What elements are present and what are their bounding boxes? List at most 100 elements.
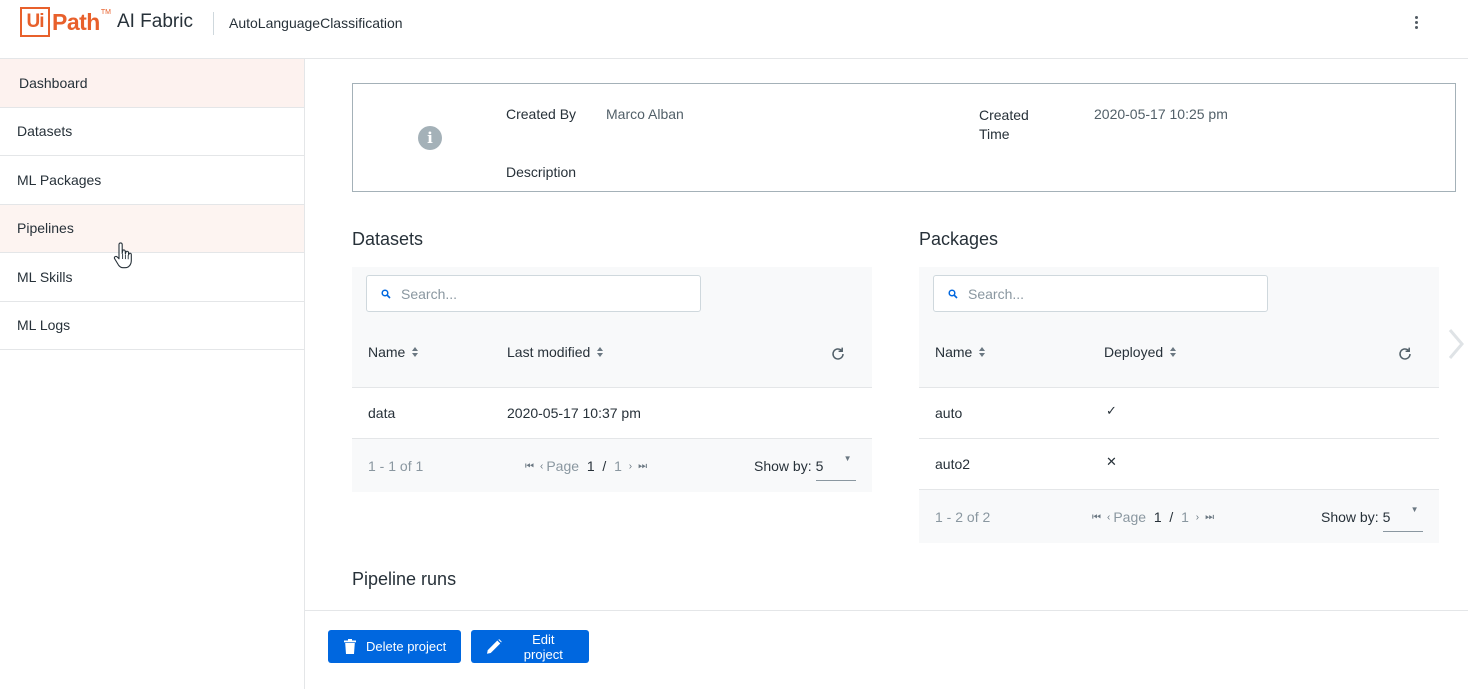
table-row[interactable]: auto2 ✕ xyxy=(919,438,1439,489)
datasets-search-box xyxy=(366,275,701,312)
packages-col-name[interactable]: Name xyxy=(935,344,986,360)
pencil-icon xyxy=(487,639,502,654)
column-header-label: Deployed xyxy=(1104,344,1164,360)
packages-show-by: Show by: 5 ▼ xyxy=(1321,505,1423,532)
sidebar-item-dashboard[interactable]: Dashboard xyxy=(0,59,304,108)
created-by-label: Created By xyxy=(506,106,577,122)
sidebar-item-label: ML Logs xyxy=(17,317,71,334)
search-icon xyxy=(381,288,391,299)
created-time-label: Created Time xyxy=(979,107,1029,142)
header-divider xyxy=(213,12,214,35)
logo-ui-mark: Ui xyxy=(20,7,50,37)
packages-col-deployed[interactable]: Deployed xyxy=(1104,344,1177,360)
logo-trademark: TM xyxy=(100,9,111,16)
packages-search-input[interactable] xyxy=(968,285,1248,302)
prev-page-icon[interactable]: ‹ xyxy=(1107,512,1110,523)
more-menu-icon[interactable] xyxy=(1406,10,1426,34)
chevron-right-icon[interactable] xyxy=(1445,327,1467,361)
dataset-last-modified: 2020-05-17 10:37 pm xyxy=(507,405,641,421)
show-by-select[interactable]: 5 ▼ xyxy=(1382,505,1423,532)
edit-project-label: Edit project xyxy=(523,631,563,662)
sort-icon xyxy=(1170,347,1177,357)
chevron-down-icon: ▼ xyxy=(843,454,852,463)
sidebar-item-label: ML Skills xyxy=(17,268,73,285)
table-row[interactable]: auto ✓ xyxy=(919,387,1439,438)
last-page-icon[interactable]: ⏭ xyxy=(638,461,647,472)
package-name: auto xyxy=(935,405,963,421)
datasets-title: Datasets xyxy=(352,229,424,249)
pagination-nav: ⏮ ‹ Page 1 / 1 › ⏭ xyxy=(1089,509,1217,525)
project-name: AutoLanguageClassification xyxy=(229,15,403,31)
page-label: Page xyxy=(546,458,580,474)
refresh-icon[interactable] xyxy=(830,346,846,362)
sidebar-item-label: Pipelines xyxy=(17,220,74,237)
total-pages: 1 xyxy=(1181,509,1189,525)
sidebar-item-ml-logs[interactable]: ML Logs xyxy=(0,302,304,350)
sort-icon xyxy=(412,347,419,357)
datasets-pagination: 1 - 1 of 1 ⏮ ‹ Page 1 / 1 › ⏭ Show by: 5… xyxy=(352,438,872,491)
sidebar: Dashboard Datasets ML Packages Pipelines… xyxy=(0,59,305,689)
first-page-icon[interactable]: ⏮ xyxy=(1092,512,1101,523)
show-by-select[interactable]: 5 ▼ xyxy=(815,454,856,481)
top-bar: Ui Path TM AI Fabric AutoLanguageClassif… xyxy=(0,0,1468,59)
datasets-search-input[interactable] xyxy=(401,285,681,302)
show-by-value: 5 xyxy=(815,458,824,474)
packages-pagination: 1 - 2 of 2 ⏮ ‹ Page 1 / 1 › ⏭ Show by: 5… xyxy=(919,489,1439,542)
delete-project-label: Delete project xyxy=(366,639,447,654)
datasets-show-by: Show by: 5 ▼ xyxy=(754,454,856,481)
sidebar-item-pipelines[interactable]: Pipelines xyxy=(0,204,304,253)
project-info-card: i Created By Marco Alban Created Time 20… xyxy=(352,83,1456,192)
packages-search-box xyxy=(933,275,1268,312)
datasets-col-last-modified[interactable]: Last modified xyxy=(507,344,604,360)
current-page[interactable]: 1 xyxy=(587,458,595,474)
show-by-value: 5 xyxy=(1382,509,1391,525)
uipath-logo[interactable]: Ui Path TM AI Fabric xyxy=(20,6,193,38)
created-by-value: Marco Alban xyxy=(606,106,684,122)
sidebar-item-label: Dashboard xyxy=(19,74,88,91)
table-row[interactable]: data 2020-05-17 10:37 pm xyxy=(352,387,872,438)
sidebar-item-label: Datasets xyxy=(17,123,73,140)
sidebar-item-datasets[interactable]: Datasets xyxy=(0,108,304,156)
column-header-label: Last modified xyxy=(507,344,591,360)
pagination-count: 1 - 2 of 2 xyxy=(935,509,991,525)
sidebar-item-label: ML Packages xyxy=(17,171,102,188)
column-header-label: Name xyxy=(368,344,406,360)
datasets-col-name[interactable]: Name xyxy=(368,344,419,360)
description-label: Description xyxy=(506,164,577,180)
deployed-check-icon: ✓ xyxy=(1106,403,1117,418)
edit-project-button[interactable]: Edit project xyxy=(471,630,589,663)
footer-actions: Delete project Edit project xyxy=(305,610,1468,689)
pagination-nav: ⏮ ‹ Page 1 / 1 › ⏭ xyxy=(522,458,650,474)
info-icon: i xyxy=(418,126,442,150)
hand-cursor-icon xyxy=(113,242,132,269)
sidebar-item-ml-skills[interactable]: ML Skills xyxy=(0,253,304,302)
logo-path-text: Path xyxy=(52,8,100,35)
sidebar-item-ml-packages[interactable]: ML Packages xyxy=(0,156,304,205)
page-separator: / xyxy=(1169,509,1174,525)
refresh-icon[interactable] xyxy=(1397,346,1413,362)
first-page-icon[interactable]: ⏮ xyxy=(525,461,534,472)
total-pages: 1 xyxy=(614,458,622,474)
chevron-down-icon: ▼ xyxy=(1410,505,1419,514)
sort-icon xyxy=(979,347,986,357)
show-by-label: Show by: xyxy=(754,458,812,474)
current-page[interactable]: 1 xyxy=(1154,509,1162,525)
packages-title: Packages xyxy=(919,229,999,249)
page-label: Page xyxy=(1113,509,1147,525)
sort-icon xyxy=(597,347,604,357)
not-deployed-x-icon: ✕ xyxy=(1106,454,1117,469)
next-page-icon[interactable]: › xyxy=(1196,512,1199,523)
pipeline-runs-title: Pipeline runs xyxy=(352,569,457,589)
dataset-name: data xyxy=(368,405,396,421)
package-name: auto2 xyxy=(935,456,971,472)
column-header-label: Name xyxy=(935,344,973,360)
show-by-label: Show by: xyxy=(1321,509,1379,525)
delete-project-button[interactable]: Delete project xyxy=(328,630,461,663)
datasets-table: Name Last modified data 2020-05-17 10:37… xyxy=(352,267,872,492)
trash-icon xyxy=(344,639,356,654)
product-name: AI Fabric xyxy=(116,11,193,32)
last-page-icon[interactable]: ⏭ xyxy=(1205,512,1214,523)
prev-page-icon[interactable]: ‹ xyxy=(540,461,543,472)
pagination-count: 1 - 1 of 1 xyxy=(368,458,424,474)
next-page-icon[interactable]: › xyxy=(629,461,632,472)
